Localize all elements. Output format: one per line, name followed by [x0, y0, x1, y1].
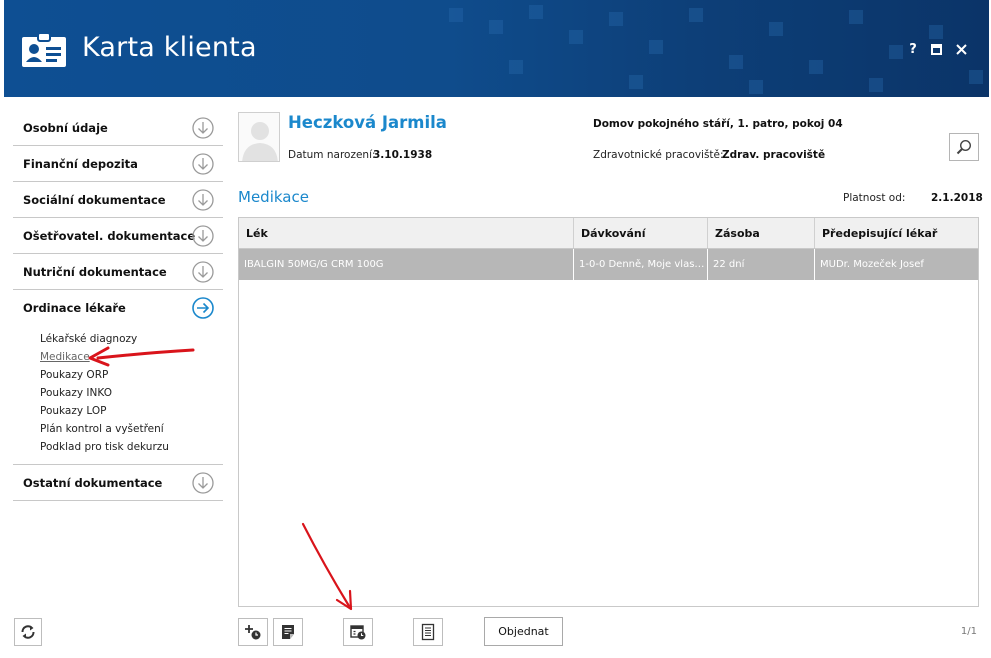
sidebar: Osobní údaje Finanční depozita Sociální …: [13, 110, 223, 501]
table-cell: IBALGIN 50MG/G CRM 100G: [239, 249, 574, 280]
table-cell: 22 dní: [708, 249, 815, 280]
table-row[interactable]: IBALGIN 50MG/G CRM 100G 1-0-0 Denně, Moj…: [239, 249, 978, 280]
maximize-icon: [930, 43, 942, 55]
patient-name: Heczková Jarmila: [288, 113, 447, 132]
sidebar-subitem-poukazy-orp[interactable]: Poukazy ORP: [40, 366, 223, 384]
page-indicator: 1/1: [960, 626, 977, 637]
title-bar: Karta klienta ?: [4, 0, 989, 97]
column-header-zasoba[interactable]: Zásoba: [708, 218, 815, 248]
calendar-clock-icon: [350, 625, 366, 640]
chevron-down-icon: [192, 472, 214, 494]
sidebar-item-financni-depozita[interactable]: Finanční depozita: [13, 146, 223, 182]
sidebar-item-nutricni-dokumentace[interactable]: Nutriční dokumentace: [13, 254, 223, 290]
sidebar-submenu: Lékařské diagnozy Medikace Poukazy ORP P…: [13, 326, 223, 465]
sidebar-item-label: Nutriční dokumentace: [23, 264, 167, 279]
avatar: [238, 112, 280, 162]
column-header-lek[interactable]: Lék: [239, 218, 574, 248]
help-button[interactable]: ?: [904, 40, 922, 58]
sidebar-subitem-medikace[interactable]: Medikace: [40, 348, 223, 366]
section-title: Medikace: [238, 188, 309, 206]
sidebar-subitem-lekarske-diagnozy[interactable]: Lékařské diagnozy: [40, 330, 223, 348]
sidebar-item-label: Sociální dokumentace: [23, 192, 166, 207]
search-icon: [956, 139, 972, 155]
workplace-value: Zdrav. pracoviště: [722, 149, 826, 161]
column-header-davkovani[interactable]: Dávkování: [574, 218, 708, 248]
table-header: Lék Dávkování Zásoba Předepisující lékař: [239, 218, 978, 249]
document-edit-icon: [282, 625, 294, 639]
sidebar-item-label: Ošetřovatel. dokumentace: [23, 228, 196, 243]
valid-from-label: Platnost od:: [843, 192, 906, 204]
search-button[interactable]: [949, 133, 979, 161]
document-list-icon: [421, 623, 435, 641]
table-cell: 1-0-0 Denně, Moje vlas…: [574, 249, 708, 280]
column-header-lekar[interactable]: Předepisující lékař: [815, 218, 978, 248]
add-clock-icon: [245, 625, 261, 640]
medication-table: Lék Dávkování Zásoba Předepisující lékař…: [238, 217, 979, 607]
refresh-icon: [21, 625, 35, 639]
sidebar-item-label: Ostatní dokumentace: [23, 475, 163, 490]
order-button[interactable]: Objednat: [484, 617, 563, 646]
sidebar-item-label: Finanční depozita: [23, 156, 138, 171]
chevron-down-icon: [192, 189, 214, 211]
sidebar-subitem-poukazy-inko[interactable]: Poukazy INKO: [40, 384, 223, 402]
dob-label: Datum narození:: [288, 149, 376, 161]
print-list-button[interactable]: [413, 618, 443, 646]
history-button[interactable]: [343, 618, 373, 646]
workplace-label: Zdravotnické pracoviště:: [593, 149, 724, 161]
dob-value: 3.10.1938: [373, 149, 433, 161]
close-button[interactable]: [952, 40, 970, 58]
table-cell: MUDr. Mozeček Josef: [820, 259, 924, 270]
chevron-down-icon: [192, 261, 214, 283]
sidebar-item-osobni-udaje[interactable]: Osobní údaje: [13, 110, 223, 146]
chevron-right-icon: [192, 297, 214, 319]
sidebar-item-label: Ordinace lékaře: [23, 301, 126, 315]
chevron-down-icon: [192, 153, 214, 175]
sidebar-subitem-poukazy-lop[interactable]: Poukazy LOP: [40, 402, 223, 420]
valid-from-value: 2.1.2018: [931, 192, 983, 204]
edit-record-button[interactable]: [273, 618, 303, 646]
sidebar-subitem-podklad-dekurz[interactable]: Podklad pro tisk dekurzu: [40, 438, 223, 456]
sidebar-item-ordinace-lekare[interactable]: Ordinace lékaře: [13, 290, 223, 326]
client-card-icon: [22, 32, 66, 67]
person-icon: [242, 122, 278, 161]
sidebar-subitem-plan-kontrol[interactable]: Plán kontrol a vyšetření: [40, 420, 223, 438]
sidebar-item-osetrovatel-dokumentace[interactable]: Ošetřovatel. dokumentace: [13, 218, 223, 254]
refresh-button[interactable]: [14, 618, 42, 646]
maximize-button[interactable]: [927, 40, 945, 58]
window-title: Karta klienta: [82, 32, 257, 63]
close-icon: [955, 43, 967, 55]
add-scheduled-button[interactable]: [238, 618, 268, 646]
sidebar-item-socialni-dokumentace[interactable]: Sociální dokumentace: [13, 182, 223, 218]
sidebar-item-ostatni-dokumentace[interactable]: Ostatní dokumentace: [13, 465, 223, 501]
chevron-down-icon: [192, 117, 214, 139]
sidebar-item-label: Osobní údaje: [23, 120, 108, 135]
chevron-down-icon: [192, 225, 214, 247]
patient-location: Domov pokojného stáří, 1. patro, pokoj 0…: [593, 118, 843, 130]
